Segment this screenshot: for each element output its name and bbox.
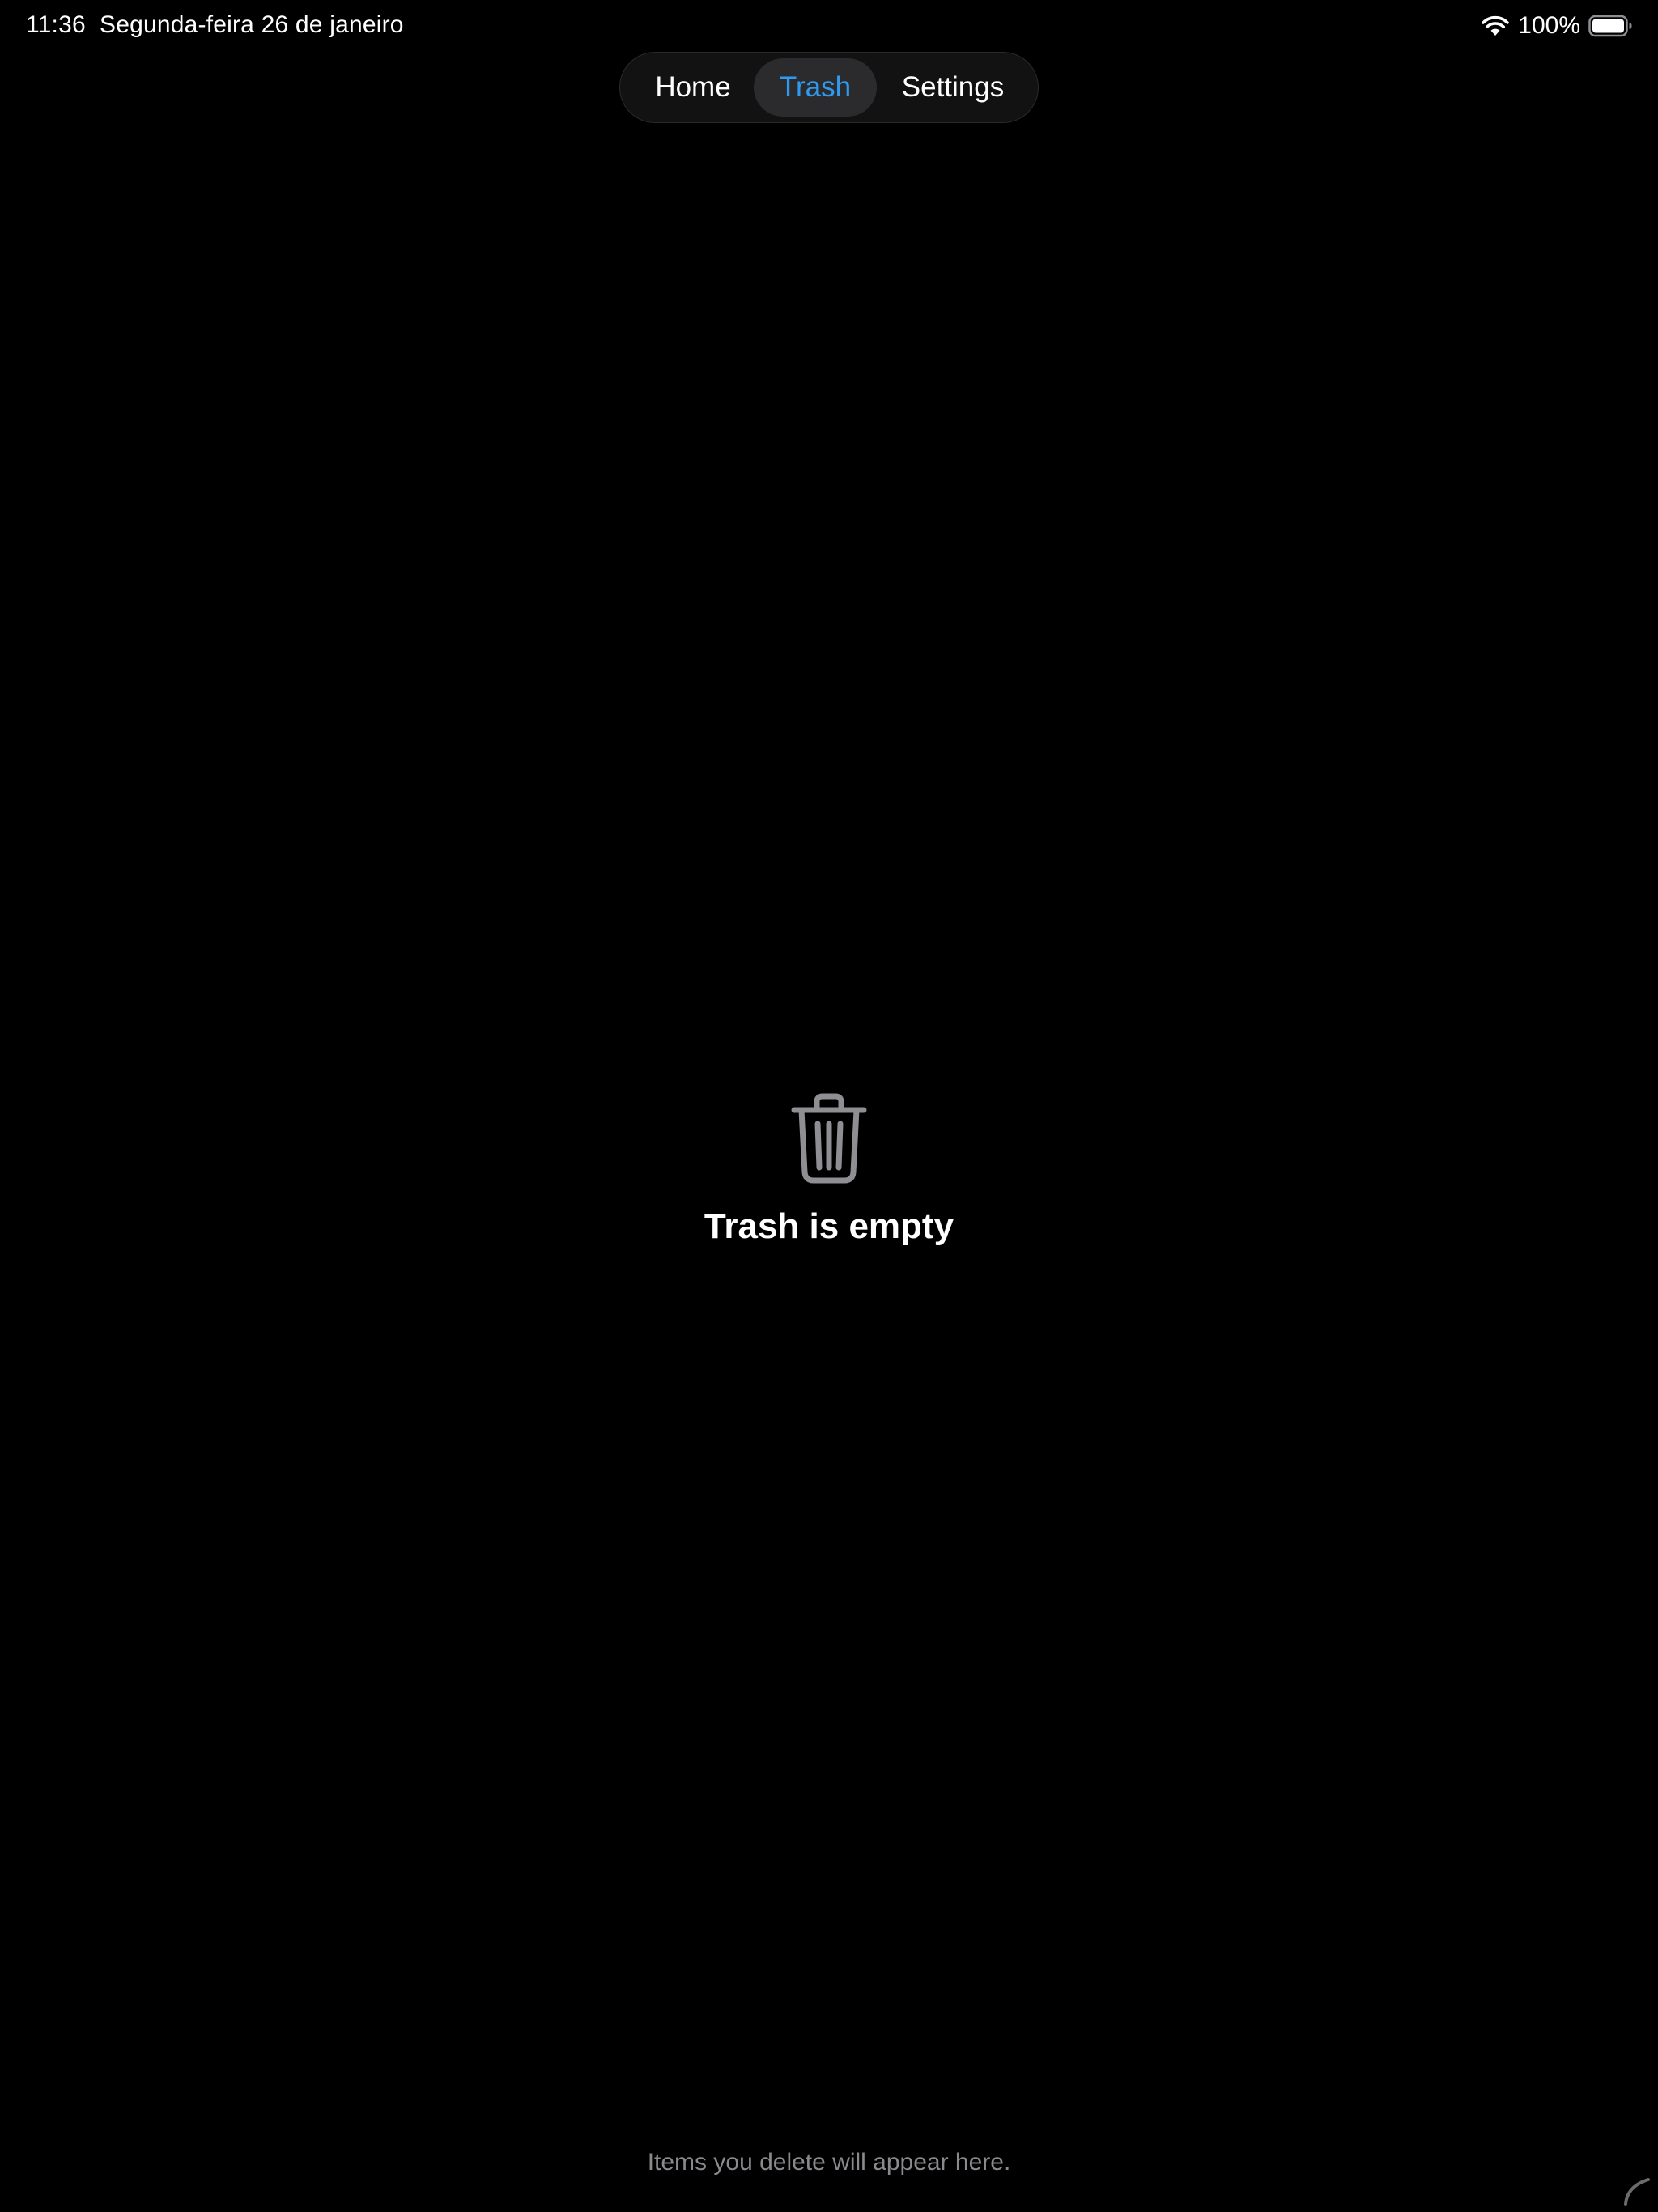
wifi-icon [1481,15,1510,37]
tab-bar: Home Trash Settings [619,52,1039,123]
status-time: 11:36 [26,11,86,38]
battery-percent: 100% [1518,12,1580,39]
empty-state-subtitle: Items you delete will appear here. [647,2149,1011,2176]
status-indicators: 100% [1481,11,1632,40]
resize-handle-icon[interactable] [1621,2175,1653,2207]
trash-icon [790,1093,868,1184]
battery-icon [1588,15,1632,37]
tab-trash[interactable]: Trash [754,58,877,117]
empty-state-title: Trash is empty [704,1206,954,1246]
tab-home[interactable]: Home [636,58,750,117]
status-bar: 11:36 Segunda-feira 26 de janeiro 100% [0,0,1658,52]
status-date: Segunda-feira 26 de janeiro [100,11,404,38]
tab-settings[interactable]: Settings [881,58,1025,117]
